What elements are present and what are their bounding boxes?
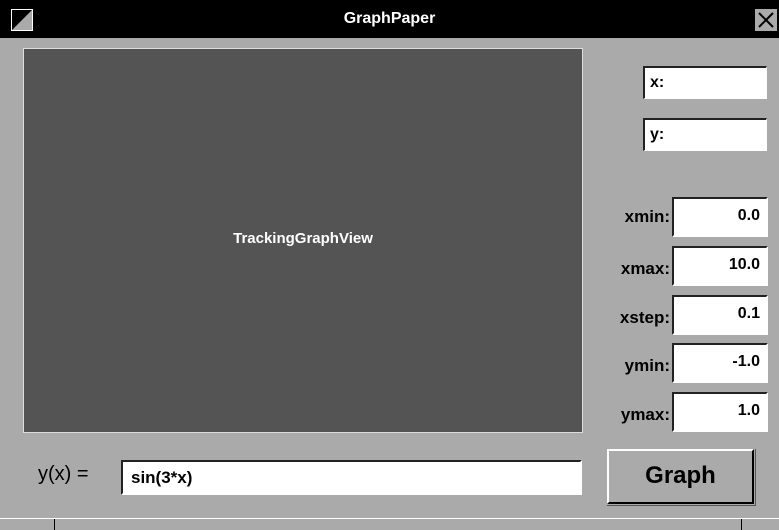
miniaturize-icon[interactable] bbox=[11, 9, 33, 31]
graph-button[interactable]: Graph bbox=[607, 449, 756, 506]
graphpaper-window: GraphPaper TrackingGraphView x: y: xmin:… bbox=[0, 0, 779, 530]
tracking-graph-view[interactable]: TrackingGraphView bbox=[23, 48, 583, 433]
ymax-label: ymax: bbox=[620, 405, 670, 424]
xstep-label: xstep: bbox=[619, 308, 670, 327]
function-input[interactable]: sin(3*x) bbox=[121, 460, 582, 495]
xmax-label: xmax: bbox=[620, 259, 670, 278]
ymin-label: ymin: bbox=[624, 356, 670, 375]
graph-view-label: TrackingGraphView bbox=[233, 230, 373, 247]
ymax-field[interactable]: 1.0 bbox=[672, 392, 768, 432]
xmin-field[interactable]: 0.0 bbox=[672, 197, 768, 237]
ymin-field[interactable]: -1.0 bbox=[672, 343, 768, 383]
resize-bar[interactable] bbox=[0, 518, 779, 530]
function-label: y(x) = bbox=[38, 463, 89, 485]
close-icon[interactable] bbox=[755, 9, 777, 31]
x-coordinate-readout: x: bbox=[643, 66, 767, 99]
y-coordinate-readout: y: bbox=[643, 118, 767, 151]
title-bar[interactable]: GraphPaper bbox=[0, 0, 779, 38]
resize-handle-right[interactable] bbox=[741, 519, 779, 530]
xstep-field[interactable]: 0.1 bbox=[672, 295, 768, 335]
window-title: GraphPaper bbox=[343, 10, 436, 27]
xmax-field[interactable]: 10.0 bbox=[672, 246, 768, 286]
xmin-label: xmin: bbox=[624, 207, 670, 226]
resize-handle-left[interactable] bbox=[0, 519, 55, 530]
